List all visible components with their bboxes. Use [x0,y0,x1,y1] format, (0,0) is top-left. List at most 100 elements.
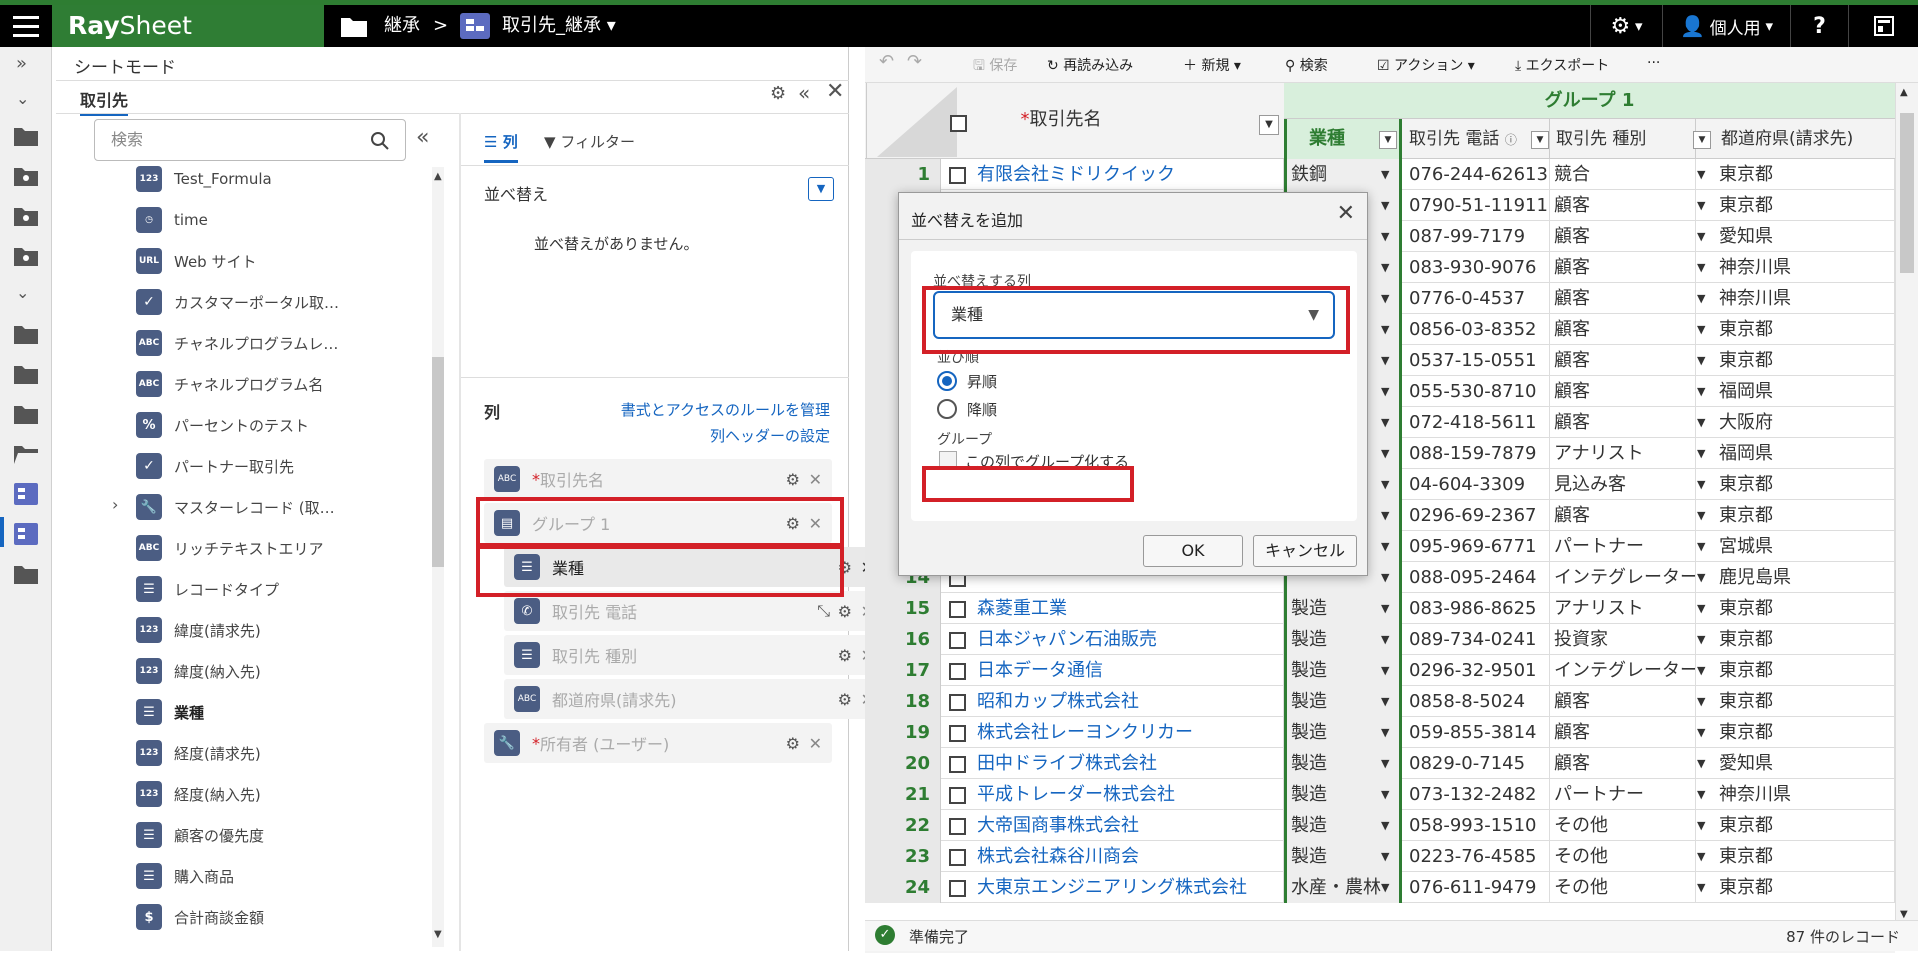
type-dropdown-icon[interactable]: ▼ [1697,593,1713,624]
cell-prefecture[interactable]: 愛知県 [1715,221,1895,252]
row-checkbox[interactable] [949,167,966,184]
close-icon[interactable]: ✕ [809,734,822,753]
table-row[interactable]: 24 大東京エンジニアリング株式会社 水産・農林 ▼ 076-611-9479 その他 ▼ 東… [865,872,1895,903]
cell-phone[interactable]: 059-855-3814 [1405,717,1550,748]
folder-icon[interactable] [13,323,39,345]
industry-dropdown-icon[interactable]: ▼ [1381,655,1397,686]
industry-dropdown-icon[interactable]: ▼ [1381,190,1397,221]
type-dropdown-icon[interactable]: ▼ [1697,717,1713,748]
industry-dropdown-icon[interactable]: ▼ [1381,562,1397,593]
cell-prefecture[interactable]: 東京都 [1715,314,1895,345]
cell-prefecture[interactable]: 東京都 [1715,655,1895,686]
cell-phone[interactable]: 088-095-2464 [1405,562,1550,593]
cell-type[interactable]: 競合 [1550,159,1696,190]
industry-dropdown-icon[interactable]: ▼ [1381,872,1397,903]
type-dropdown-icon[interactable]: ▼ [1697,624,1713,655]
cell-type[interactable]: パートナー [1550,531,1696,562]
cell-phone[interactable]: 076-244-62613 [1405,159,1550,190]
cell-type[interactable]: 顧客 [1550,221,1696,252]
cell-prefecture[interactable]: 東京都 [1715,624,1895,655]
settings-dropdown[interactable]: ⚙ ▾ [1590,5,1662,47]
open-folder-icon[interactable] [13,443,39,465]
field-item[interactable]: 123 経度(納入先) [136,779,261,809]
cell-name[interactable]: 株式会社レーヨンクリカー [973,717,1284,748]
type-dropdown-icon[interactable]: ▼ [1697,655,1713,686]
type-dropdown-icon[interactable]: ▼ [1697,221,1713,252]
cell-type[interactable]: 顧客 [1550,252,1696,283]
field-item[interactable]: ☰ レコードタイプ [136,574,279,604]
industry-dropdown-icon[interactable]: ▼ [1381,376,1397,407]
help-button[interactable]: ? [1790,5,1848,47]
folder-icon[interactable] [13,125,39,147]
industry-dropdown-icon[interactable]: ▼ [1381,221,1397,252]
header-prefecture[interactable]: 都道府県(請求先) [1715,119,1895,159]
type-dropdown-icon[interactable]: ▼ [1697,841,1713,872]
cancel-button[interactable]: キャンセル [1253,535,1357,567]
header-type-menu[interactable]: ▼ [1693,131,1711,149]
tab-columns[interactable]: ☰ 列 [484,131,518,163]
industry-dropdown-icon[interactable]: ▼ [1381,407,1397,438]
type-dropdown-icon[interactable]: ▼ [1697,314,1713,345]
cell-phone[interactable]: 055-530-8710 [1405,376,1550,407]
cell-phone[interactable]: 04-604-3309 [1405,469,1550,500]
gear-icon[interactable]: ⚙ [838,690,852,709]
sheet-icon[interactable] [13,483,39,505]
desc-radio[interactable] [937,399,957,419]
cell-type[interactable]: その他 [1550,872,1696,903]
redo-icon[interactable]: ↷ [907,51,922,72]
cell-prefecture[interactable]: 鹿児島県 [1715,562,1895,593]
header-phone-menu[interactable]: ▼ [1531,131,1549,149]
table-row[interactable]: 17 日本データ通信 製造 ▼ 0296-32-9501 インテグレーター ▼ 東京都 [865,655,1895,686]
cell-name[interactable]: 日本ジャパン石油販売 [973,624,1284,655]
type-dropdown-icon[interactable]: ▼ [1697,500,1713,531]
cell-phone[interactable]: 0776-0-4537 [1405,283,1550,314]
row-checkbox[interactable] [949,880,966,897]
type-dropdown-icon[interactable]: ▼ [1697,438,1713,469]
shrink-icon[interactable]: ⤡ [817,601,830,621]
field-item[interactable]: ☰ 購入商品 [136,861,234,891]
search-button[interactable]: ⚲ 検索 [1285,55,1328,75]
cell-name[interactable]: 日本データ通信 [973,655,1284,686]
row-checkbox[interactable] [949,694,966,711]
field-item[interactable]: ✓ カスタマーポータル取… [136,287,339,317]
type-dropdown-icon[interactable]: ▼ [1697,562,1713,593]
cell-name[interactable]: 大東京エンジニアリング株式会社 [973,872,1284,903]
cell-prefecture[interactable]: 東京都 [1715,593,1895,624]
industry-dropdown-icon[interactable]: ▼ [1381,159,1397,190]
cell-phone[interactable]: 076-611-9479 [1405,872,1550,903]
type-dropdown-icon[interactable]: ▼ [1697,779,1713,810]
cell-type[interactable]: アナリスト [1550,438,1696,469]
field-item[interactable]: 123 Test_Formula [136,164,272,194]
cell-type[interactable]: 顧客 [1550,500,1696,531]
cell-prefecture[interactable]: 宮城県 [1715,531,1895,562]
row-checkbox[interactable] [949,787,966,804]
gear-icon[interactable]: ⚙ [770,83,786,104]
user-dropdown[interactable]: 👤 個人用 ▾ [1662,5,1790,47]
gear-icon[interactable]: ⚙ [838,602,852,621]
cell-phone[interactable]: 0296-69-2367 [1405,500,1550,531]
field-item[interactable]: 123 緯度(請求先) [136,615,261,645]
cell-type[interactable]: 見込み客 [1550,469,1696,500]
scroll-down-icon[interactable]: ▼ [434,929,442,940]
undo-icon[interactable]: ↶ [879,51,894,72]
cell-phone[interactable]: 083-986-8625 [1405,593,1550,624]
industry-dropdown-icon[interactable]: ▼ [1381,252,1397,283]
cell-name[interactable]: 田中ドライブ株式会社 [973,748,1284,779]
table-row[interactable]: 19 株式会社レーヨンクリカー 製造 ▼ 059-855-3814 顧客 ▼ 東京都 [865,717,1895,748]
folder-icon[interactable] [13,363,39,385]
cell-prefecture[interactable]: 東京都 [1715,717,1895,748]
cell-name[interactable]: 森菱重工業 [973,593,1284,624]
cell-phone[interactable]: 0858-8-5024 [1405,686,1550,717]
cell-type[interactable]: 投資家 [1550,624,1696,655]
folder-icon[interactable] [13,563,39,585]
field-item[interactable]: ABC リッチテキストエリア [136,533,324,563]
cell-name[interactable]: 平成トレーダー株式会社 [973,779,1284,810]
table-row[interactable]: 21 平成トレーダー株式会社 製造 ▼ 073-132-2482 パートナー ▼ 神奈川県 [865,779,1895,810]
industry-dropdown-icon[interactable]: ▼ [1381,438,1397,469]
cell-phone[interactable]: 083-930-9076 [1405,252,1550,283]
cell-prefecture[interactable]: 福岡県 [1715,376,1895,407]
chevron-down-icon[interactable]: ⌄ [16,89,29,108]
hamburger-menu-icon[interactable] [0,5,52,47]
gear-icon[interactable]: ⚙ [786,734,800,753]
industry-dropdown-icon[interactable]: ▼ [1381,779,1397,810]
